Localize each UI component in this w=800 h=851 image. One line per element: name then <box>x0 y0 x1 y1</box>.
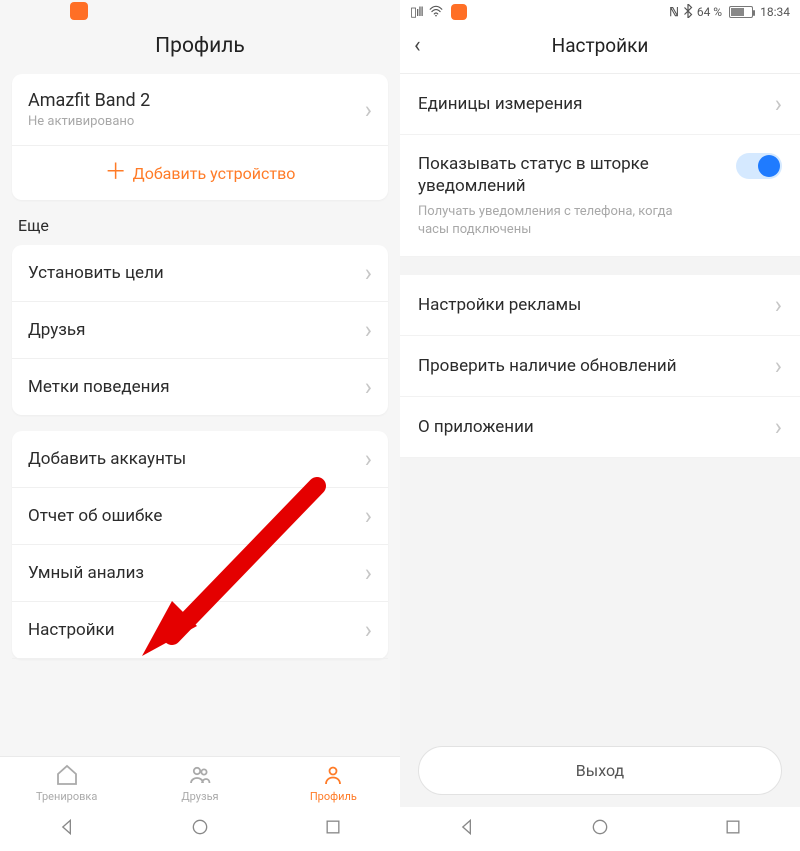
list-item-friends[interactable]: Друзья › <box>12 302 388 359</box>
home-soft-key[interactable] <box>190 817 210 841</box>
notification-status-desc: Получать уведомления с телефона, когда ч… <box>418 203 698 238</box>
chevron-right-icon: › <box>365 261 372 285</box>
section-more-label: Еще <box>0 216 400 245</box>
signal-icon: ▯ıll <box>410 5 423 20</box>
notification-toggle[interactable] <box>736 153 782 179</box>
list-item-add-accounts[interactable]: Добавить аккаунты › <box>12 431 388 488</box>
toggle-knob <box>758 155 780 177</box>
more-list-2: Добавить аккаунты › Отчет об ошибке › Ум… <box>12 431 388 659</box>
list-item-behavior-tags[interactable]: Метки поведения › <box>12 359 388 415</box>
logout-button[interactable]: Выход <box>418 746 782 795</box>
add-device-label: Добавить устройство <box>133 164 296 183</box>
android-nav-bar <box>400 807 800 851</box>
chevron-right-icon: › <box>775 92 782 116</box>
list-item-units[interactable]: Единицы измерения › <box>400 74 800 135</box>
friends-icon <box>188 763 212 790</box>
device-card: Amazfit Band 2 Не активировано › ＋ Добав… <box>12 74 388 200</box>
battery-icon <box>729 6 753 18</box>
nav-profile[interactable]: Профиль <box>267 757 400 807</box>
bluetooth-icon <box>683 4 693 21</box>
chevron-right-icon: › <box>775 354 782 378</box>
settings-list-top: Единицы измерения › Показывать статус в … <box>400 74 800 257</box>
chevron-right-icon: › <box>775 415 782 439</box>
battery-percent: 64 % <box>697 5 722 19</box>
app-badge-icon <box>451 4 467 20</box>
list-item-goals[interactable]: Установить цели › <box>12 245 388 302</box>
chevron-right-icon: › <box>365 618 372 642</box>
list-item-settings[interactable]: Настройки › <box>12 602 388 659</box>
list-item-bug-report[interactable]: Отчет об ошибке › <box>12 488 388 545</box>
bottom-nav: Тренировка Друзья Профиль <box>0 756 400 807</box>
wifi-icon <box>429 5 443 20</box>
plus-icon: ＋ <box>105 162 127 184</box>
list-item-check-updates[interactable]: Проверить наличие обновлений › <box>400 336 800 397</box>
home-icon <box>55 763 79 790</box>
notification-status-title: Показывать статус в шторке уведомлений <box>418 153 736 197</box>
device-status: Не активировано <box>28 114 365 129</box>
android-nav-bar <box>0 807 400 851</box>
list-item-about[interactable]: О приложении › <box>400 397 800 458</box>
nav-friends[interactable]: Друзья <box>133 757 266 807</box>
page-title: Профиль <box>0 22 400 74</box>
chevron-right-icon: › <box>775 293 782 317</box>
back-soft-key[interactable] <box>457 817 477 841</box>
recent-soft-key[interactable] <box>323 817 343 841</box>
home-soft-key[interactable] <box>590 817 610 841</box>
device-row[interactable]: Amazfit Band 2 Не активировано › <box>12 74 388 146</box>
chevron-right-icon: › <box>365 504 372 528</box>
status-bar-right: ▯ıll ℕ 64 % 18:34 <box>400 0 800 22</box>
back-soft-key[interactable] <box>57 817 77 841</box>
chevron-right-icon: › <box>365 447 372 471</box>
nfc-icon: ℕ <box>669 5 679 19</box>
recent-soft-key[interactable] <box>723 817 743 841</box>
list-item-smart-analysis[interactable]: Умный анализ › <box>12 545 388 602</box>
settings-list-mid: Настройки рекламы › Проверить наличие об… <box>400 275 800 458</box>
app-badge-icon <box>70 2 88 20</box>
device-name: Amazfit Band 2 <box>28 90 365 111</box>
chevron-right-icon: › <box>365 561 372 585</box>
settings-header: ‹ Настройки <box>400 22 800 74</box>
page-title: Настройки <box>414 34 786 57</box>
nav-workout[interactable]: Тренировка <box>0 757 133 807</box>
more-list-1: Установить цели › Друзья › Метки поведен… <box>12 245 388 415</box>
add-device-button[interactable]: ＋ Добавить устройство <box>12 146 388 200</box>
chevron-right-icon: › <box>365 375 372 399</box>
profile-icon <box>321 763 345 790</box>
chevron-right-icon: › <box>365 98 372 122</box>
status-time: 18:34 <box>760 5 790 19</box>
list-item-notification-status[interactable]: Показывать статус в шторке уведомлений П… <box>400 135 800 257</box>
chevron-right-icon: › <box>365 318 372 342</box>
list-item-ads-settings[interactable]: Настройки рекламы › <box>400 275 800 336</box>
status-bar-left <box>0 0 400 22</box>
